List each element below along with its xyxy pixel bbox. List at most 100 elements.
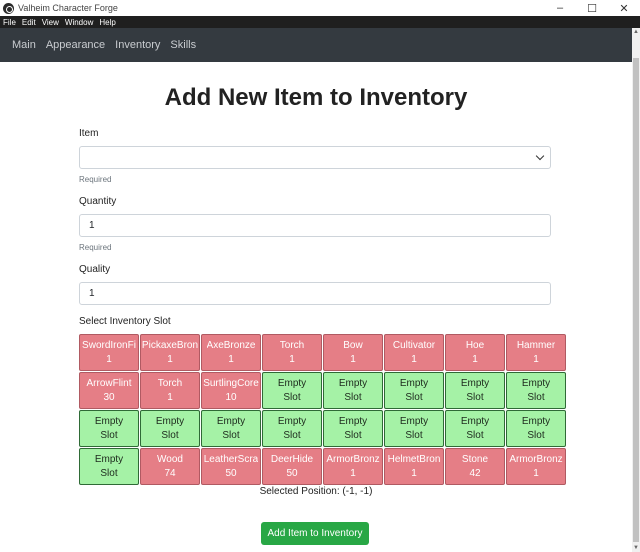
inventory-slot[interactable]: ArrowFlint 30 bbox=[79, 372, 139, 409]
slot-item-name: DeerHide bbox=[270, 453, 314, 465]
slot-item-name: Torch bbox=[157, 377, 183, 389]
menu-window[interactable]: Window bbox=[65, 18, 93, 27]
slot-item-count: 1 bbox=[350, 353, 356, 365]
scroll-up-icon[interactable]: ▲ bbox=[632, 28, 640, 36]
vertical-scrollbar[interactable]: ▲ ▼ bbox=[632, 28, 640, 552]
inventory-slot[interactable]: Empty Slot bbox=[140, 410, 200, 447]
slot-item-count: Slot bbox=[405, 429, 423, 441]
slot-item-name: Cultivator bbox=[392, 339, 436, 351]
inventory-slot[interactable]: Empty Slot bbox=[384, 410, 444, 447]
slot-item-name: Hammer bbox=[516, 339, 556, 351]
inventory-slot[interactable]: Empty Slot bbox=[445, 410, 505, 447]
slot-item-name: Empty bbox=[94, 453, 124, 465]
inventory-slot[interactable]: Stone 42 bbox=[445, 448, 505, 485]
inventory-slot[interactable]: Empty Slot bbox=[445, 372, 505, 409]
app-logo-icon bbox=[3, 2, 14, 14]
inventory-slot[interactable]: Empty Slot bbox=[262, 410, 322, 447]
inventory-slot[interactable]: Bow 1 bbox=[323, 334, 383, 371]
nav-appearance[interactable]: Appearance bbox=[46, 39, 105, 51]
quantity-label: Quantity bbox=[79, 196, 117, 207]
slot-item-name: Empty bbox=[460, 415, 490, 427]
inventory-slot[interactable]: Cultivator 1 bbox=[384, 334, 444, 371]
inventory-slot[interactable]: Hoe 1 bbox=[445, 334, 505, 371]
quantity-value: 1 bbox=[89, 220, 95, 231]
inventory-slot[interactable]: Empty Slot bbox=[506, 410, 566, 447]
inventory-slot[interactable]: Wood 74 bbox=[140, 448, 200, 485]
slot-item-name: AxeBronze bbox=[206, 339, 256, 351]
slot-item-name: SwordIronFi bbox=[82, 339, 136, 351]
inventory-slot[interactable]: DeerHide 50 bbox=[262, 448, 322, 485]
inventory-slot[interactable]: Torch 1 bbox=[262, 334, 322, 371]
inventory-slot[interactable]: LeatherScra 50 bbox=[201, 448, 261, 485]
nav-main[interactable]: Main bbox=[12, 39, 36, 51]
slot-item-count: 1 bbox=[533, 353, 539, 365]
quality-label: Quality bbox=[79, 264, 111, 275]
inventory-slot[interactable]: ArmorBronz 1 bbox=[323, 448, 383, 485]
menu-bar: File Edit View Window Help bbox=[0, 16, 640, 28]
inventory-slot[interactable]: AxeBronze 1 bbox=[201, 334, 261, 371]
inventory-slot[interactable]: PickaxeBron 1 bbox=[140, 334, 200, 371]
nav-inventory[interactable]: Inventory bbox=[115, 39, 160, 51]
slot-item-count: Slot bbox=[344, 429, 362, 441]
item-select[interactable] bbox=[79, 146, 551, 169]
minimize-icon[interactable]: – bbox=[544, 0, 576, 16]
scrollbar-thumb[interactable] bbox=[633, 58, 639, 542]
inventory-slot[interactable]: Empty Slot bbox=[79, 410, 139, 447]
slot-item-count: Slot bbox=[283, 391, 301, 403]
inventory-slot[interactable]: Torch 1 bbox=[140, 372, 200, 409]
slot-item-name: Empty bbox=[521, 377, 551, 389]
inventory-slot[interactable]: ArmorBronz 1 bbox=[506, 448, 566, 485]
quantity-input[interactable]: 1 bbox=[79, 214, 551, 237]
slot-item-name: Empty bbox=[155, 415, 185, 427]
inventory-slot[interactable]: Empty Slot bbox=[506, 372, 566, 409]
inventory-slot[interactable]: SurtlingCore 10 bbox=[201, 372, 261, 409]
inventory-slot[interactable]: Empty Slot bbox=[323, 410, 383, 447]
slot-item-count: 1 bbox=[533, 467, 539, 479]
nav-skills[interactable]: Skills bbox=[170, 39, 196, 51]
quality-value: 1 bbox=[89, 288, 95, 299]
slot-item-count: Slot bbox=[100, 467, 118, 479]
item-label: Item bbox=[79, 128, 99, 139]
chevron-down-icon bbox=[535, 151, 545, 161]
page-title: Add New Item to Inventory bbox=[164, 84, 468, 111]
inventory-slot[interactable]: SwordIronFi 1 bbox=[79, 334, 139, 371]
inventory-slot[interactable]: Hammer 1 bbox=[506, 334, 566, 371]
slot-item-count: Slot bbox=[527, 391, 545, 403]
slot-item-count: 1 bbox=[167, 391, 173, 403]
slot-item-name: SurtlingCore bbox=[203, 377, 259, 389]
slot-item-count: 1 bbox=[411, 467, 417, 479]
slot-item-count: Slot bbox=[344, 391, 362, 403]
add-item-button[interactable]: Add Item to Inventory bbox=[261, 522, 369, 545]
slot-item-count: 1 bbox=[472, 353, 478, 365]
inventory-slot[interactable]: HelmetBron 1 bbox=[384, 448, 444, 485]
inventory-slot[interactable]: Empty Slot bbox=[201, 410, 261, 447]
slot-item-name: ArmorBronz bbox=[509, 453, 563, 465]
slot-item-name: ArmorBronz bbox=[326, 453, 380, 465]
menu-file[interactable]: File bbox=[3, 18, 16, 27]
menu-view[interactable]: View bbox=[42, 18, 59, 27]
slot-item-count: Slot bbox=[466, 429, 484, 441]
slot-item-name: Empty bbox=[338, 377, 368, 389]
slot-item-count: Slot bbox=[161, 429, 179, 441]
inventory-slot[interactable]: Empty Slot bbox=[79, 448, 139, 485]
window-title: Valheim Character Forge bbox=[18, 3, 118, 13]
inventory-slot[interactable]: Empty Slot bbox=[323, 372, 383, 409]
slot-item-name: Empty bbox=[277, 377, 307, 389]
menu-help[interactable]: Help bbox=[99, 18, 115, 27]
inventory-slot[interactable]: Empty Slot bbox=[262, 372, 322, 409]
slot-item-name: HelmetBron bbox=[387, 453, 441, 465]
close-icon[interactable]: ✕ bbox=[608, 0, 640, 16]
slot-item-count: 1 bbox=[411, 353, 417, 365]
quantity-required-hint: Required bbox=[79, 243, 112, 252]
slot-item-name: Empty bbox=[216, 415, 246, 427]
slot-item-name: Empty bbox=[94, 415, 124, 427]
quality-input[interactable]: 1 bbox=[79, 282, 551, 305]
menu-edit[interactable]: Edit bbox=[22, 18, 36, 27]
maximize-icon[interactable]: ☐ bbox=[576, 0, 608, 16]
inventory-slot[interactable]: Empty Slot bbox=[384, 372, 444, 409]
slot-item-name: LeatherScra bbox=[203, 453, 259, 465]
slot-item-count: 30 bbox=[103, 391, 115, 403]
slot-item-count: Slot bbox=[283, 429, 301, 441]
scroll-down-icon[interactable]: ▼ bbox=[632, 544, 640, 552]
inventory-grid: SwordIronFi 1 PickaxeBron 1 AxeBronze 1 Torch 1… bbox=[79, 334, 566, 485]
